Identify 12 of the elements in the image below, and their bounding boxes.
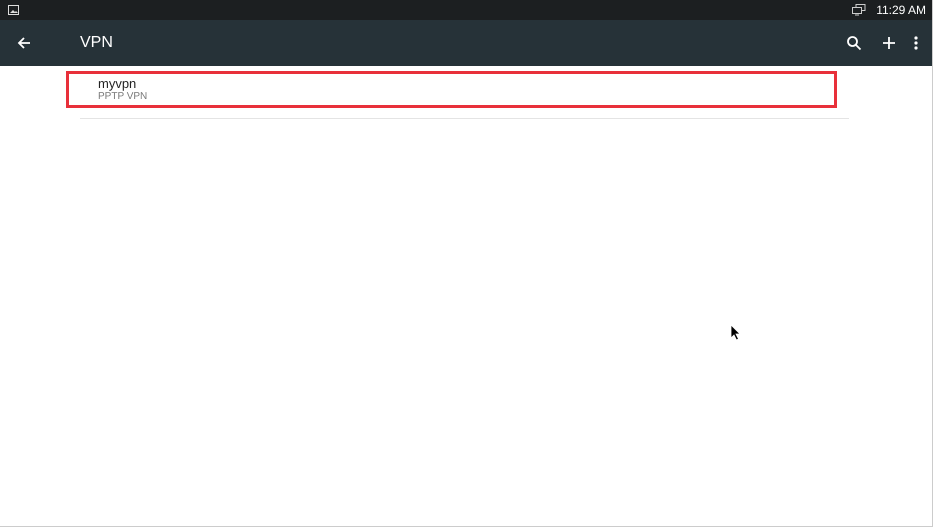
mouse-pointer-icon bbox=[730, 324, 742, 341]
status-time: 11:29 AM bbox=[876, 3, 926, 17]
picture-icon bbox=[8, 5, 19, 15]
toolbar-title: VPN bbox=[80, 34, 113, 52]
back-arrow-icon bbox=[16, 35, 32, 51]
more-icon bbox=[914, 36, 918, 50]
search-icon bbox=[846, 35, 862, 51]
vpn-type: PPTP VPN bbox=[98, 91, 148, 103]
plus-icon bbox=[882, 36, 896, 50]
screen-cast-icon bbox=[852, 4, 866, 16]
vpn-name: myvpn bbox=[98, 76, 138, 91]
vpn-list-item[interactable]: myvpn PPTP VPN bbox=[66, 71, 837, 108]
